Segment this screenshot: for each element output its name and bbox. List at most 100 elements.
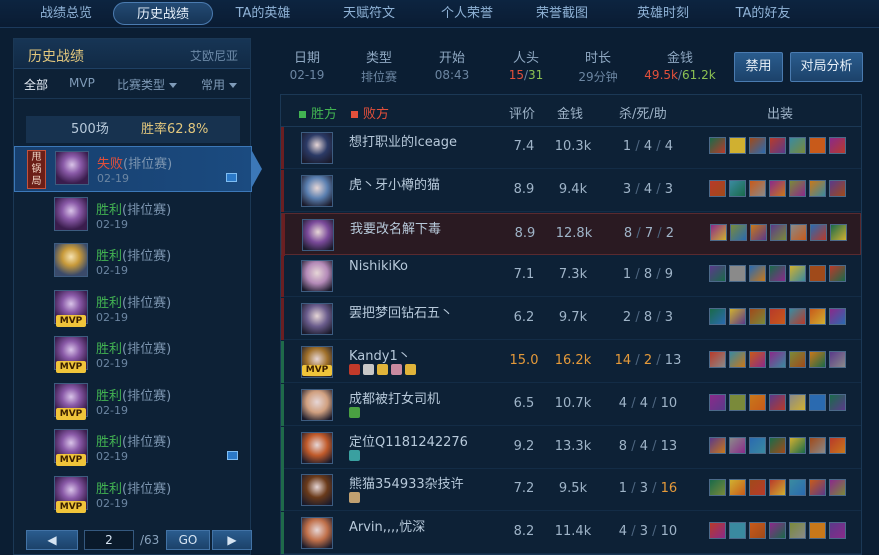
page-input[interactable]: 2 — [84, 530, 134, 550]
item-icon[interactable] — [750, 223, 767, 241]
item-icon[interactable] — [829, 522, 846, 540]
item-icon[interactable] — [829, 265, 846, 283]
item-icon[interactable] — [749, 393, 766, 411]
item-icon[interactable] — [829, 393, 846, 411]
player-name[interactable]: 熊猫354933杂技许 — [349, 473, 464, 492]
item-icon[interactable] — [749, 179, 766, 197]
item-icon[interactable] — [789, 351, 806, 368]
item-icon[interactable] — [829, 479, 846, 497]
match-list-item[interactable]: MVP 胜利(排位赛) 02-19 — [14, 425, 252, 471]
player-row[interactable]: MVP Kandy1丶 15.0 16.2k 14 / 2 / 13 — [281, 341, 861, 383]
item-icon[interactable] — [729, 265, 746, 283]
item-icon[interactable] — [809, 436, 826, 454]
player-row[interactable]: 成都被打女司机 6.5 10.7k 4 / 4 / 10 — [281, 383, 861, 426]
player-name[interactable]: 想打职业的lceage — [349, 131, 457, 150]
item-icon[interactable] — [729, 137, 746, 154]
match-list-item[interactable]: MVP 胜利(排位赛) 02-19 — [14, 286, 252, 332]
item-icon[interactable] — [770, 223, 787, 241]
nav-tab[interactable]: 历史战绩 — [113, 2, 213, 25]
item-icon[interactable] — [789, 265, 806, 283]
item-icon[interactable] — [709, 351, 726, 368]
item-icon[interactable] — [729, 436, 746, 454]
item-icon[interactable] — [729, 179, 746, 197]
item-icon[interactable] — [749, 137, 766, 154]
item-icon[interactable] — [709, 137, 726, 154]
item-icon[interactable] — [769, 351, 786, 368]
filter-mvp[interactable]: MVP — [69, 76, 95, 90]
player-name[interactable]: 虎丶牙小樽的猫 — [349, 174, 440, 193]
player-row[interactable]: 熊猫354933杂技许 7.2 9.5k 1 / 3 / 16 — [281, 469, 861, 512]
item-icon[interactable] — [749, 351, 766, 368]
item-icon[interactable] — [729, 351, 746, 368]
item-icon[interactable] — [769, 479, 786, 497]
item-icon[interactable] — [769, 265, 786, 283]
item-icon[interactable] — [709, 393, 726, 411]
filter-match-type[interactable]: 比赛类型 — [117, 76, 178, 93]
nav-tab[interactable]: 个人荣誉 — [426, 2, 508, 25]
item-icon[interactable] — [749, 522, 766, 540]
nav-tab[interactable]: TA的英雄 — [222, 2, 304, 25]
player-row[interactable]: 罢把梦回钻石五丶 6.2 9.7k 2 / 8 / 3 — [281, 298, 861, 341]
item-icon[interactable] — [809, 179, 826, 197]
player-row[interactable]: 定位Q1181242276 9.2 13.3k 8 / 4 / 13 — [281, 426, 861, 469]
match-list-item[interactable]: MVP 胜利(排位赛) 02-19 — [14, 472, 252, 518]
analysis-button[interactable]: 对局分析 — [790, 52, 863, 82]
player-name[interactable]: NishikiKo — [349, 259, 408, 274]
go-button[interactable]: GO — [166, 530, 210, 550]
nav-tab[interactable]: 英雄时刻 — [624, 2, 702, 25]
nav-tab[interactable]: 战绩总览 — [22, 2, 110, 25]
item-icon[interactable] — [749, 265, 766, 283]
item-icon[interactable] — [829, 308, 846, 326]
match-list-item[interactable]: 胜利(排位赛) 02-19 — [14, 239, 252, 285]
player-row[interactable]: NishikiKo 7.1 7.3k 1 / 8 / 9 — [281, 255, 861, 298]
item-icon[interactable] — [789, 308, 806, 326]
player-name[interactable]: 罢把梦回钻石五丶 — [349, 302, 453, 321]
item-icon[interactable] — [810, 223, 827, 241]
player-row[interactable]: Arvin,,,,忧深 8.2 11.4k 4 / 3 / 10 — [281, 512, 861, 555]
item-icon[interactable] — [829, 436, 846, 454]
player-row[interactable]: 我要改名解下毒 8.9 12.8k 8 / 7 / 2 — [281, 212, 861, 256]
player-name[interactable]: Kandy1丶 — [349, 345, 411, 364]
item-icon[interactable] — [749, 479, 766, 497]
player-name[interactable]: 成都被打女司机 — [349, 388, 440, 407]
item-icon[interactable] — [709, 308, 726, 326]
nav-tab[interactable]: 荣誉截图 — [526, 2, 598, 25]
item-icon[interactable] — [730, 223, 747, 241]
item-icon[interactable] — [829, 351, 846, 368]
item-icon[interactable] — [769, 393, 786, 411]
item-icon[interactable] — [789, 479, 806, 497]
nav-tab[interactable]: TA的好友 — [722, 2, 804, 25]
item-icon[interactable] — [709, 265, 726, 283]
item-icon[interactable] — [830, 223, 847, 241]
item-icon[interactable] — [749, 308, 766, 326]
item-icon[interactable] — [809, 479, 826, 497]
item-icon[interactable] — [709, 436, 726, 454]
player-name[interactable]: 我要改名解下毒 — [350, 218, 441, 237]
filter-common[interactable]: 常用 — [201, 76, 238, 93]
item-icon[interactable] — [709, 479, 726, 497]
player-row[interactable]: 虎丶牙小樽的猫 8.9 9.4k 3 / 4 / 3 — [281, 169, 861, 212]
item-icon[interactable] — [789, 393, 806, 411]
item-icon[interactable] — [789, 522, 806, 540]
item-icon[interactable] — [809, 308, 826, 326]
item-icon[interactable] — [769, 308, 786, 326]
item-icon[interactable] — [729, 479, 746, 497]
item-icon[interactable] — [809, 351, 826, 368]
item-icon[interactable] — [809, 522, 826, 540]
item-icon[interactable] — [709, 179, 726, 197]
item-icon[interactable] — [790, 223, 807, 241]
item-icon[interactable] — [769, 436, 786, 454]
item-icon[interactable] — [809, 137, 826, 154]
player-name[interactable]: Arvin,,,,忧深 — [349, 516, 425, 535]
item-icon[interactable] — [789, 179, 806, 197]
server-region[interactable]: 艾欧尼亚 — [190, 47, 238, 64]
match-list-item[interactable]: 胜利(排位赛) 02-19 — [14, 193, 252, 239]
nav-tab[interactable]: 天赋符文 — [328, 2, 410, 25]
next-page-button[interactable]: ▶ — [212, 530, 252, 550]
item-icon[interactable] — [789, 436, 806, 454]
match-list-item[interactable]: MVP 胜利(排位赛) 02-19 — [14, 332, 252, 378]
item-icon[interactable] — [729, 393, 746, 411]
item-icon[interactable] — [829, 137, 846, 154]
image-icon[interactable] — [226, 173, 237, 182]
item-icon[interactable] — [710, 223, 727, 241]
